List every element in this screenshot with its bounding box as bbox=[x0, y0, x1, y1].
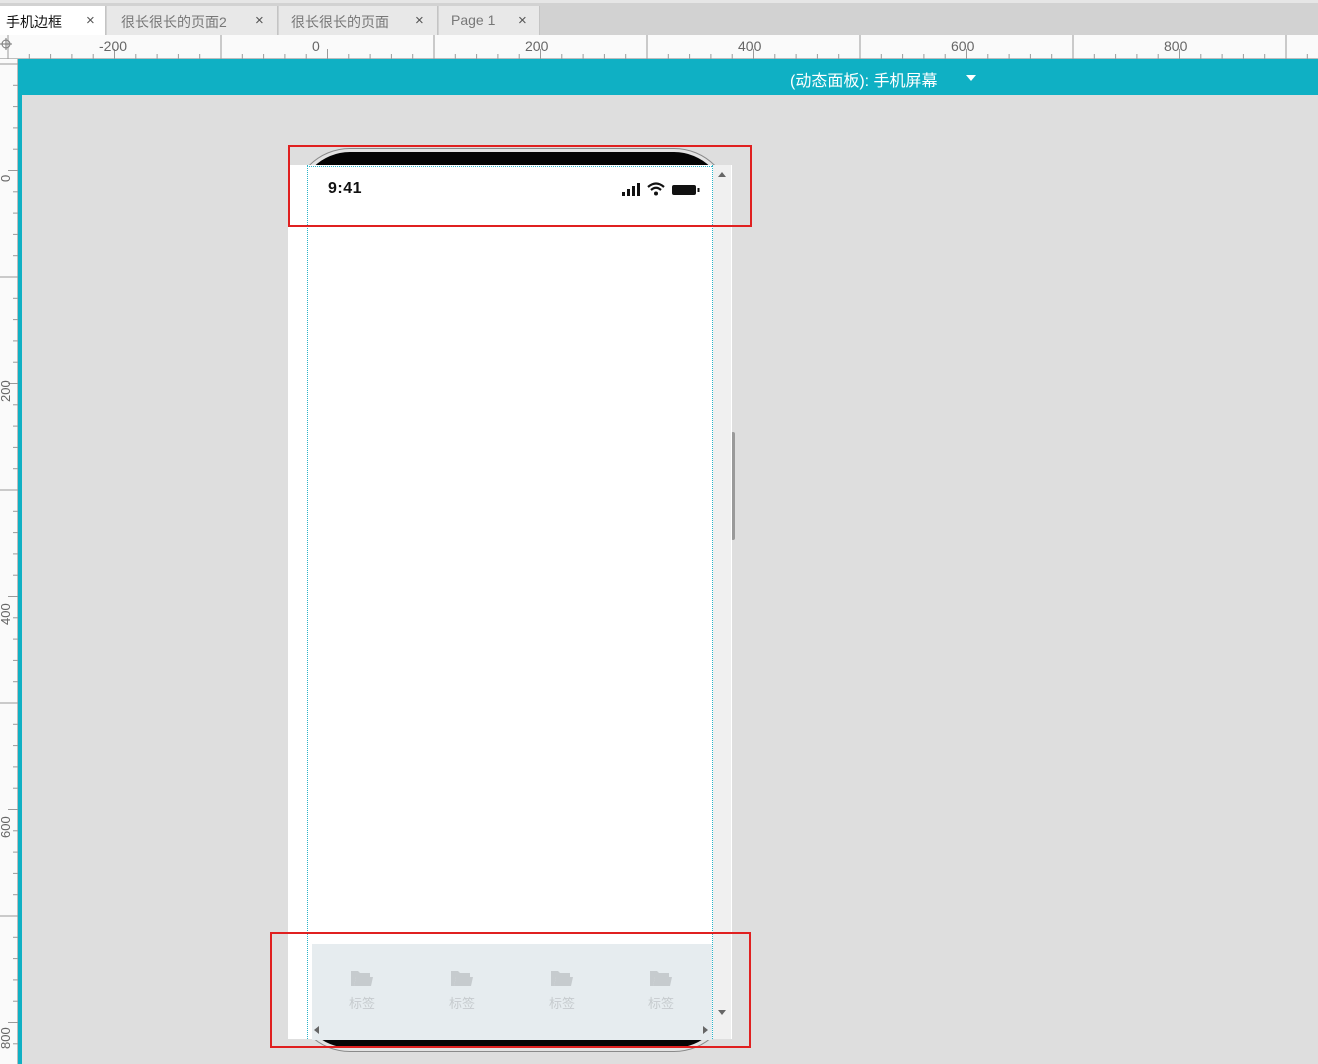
horizontal-ruler[interactable]: -200 0 200 400 600 800 bbox=[0, 35, 1318, 59]
highlight-box-tab-bar bbox=[270, 932, 751, 1048]
tab-long-page-2[interactable]: 很长很长的页面2 × bbox=[107, 6, 278, 38]
ruler-label: 400 bbox=[738, 38, 762, 54]
close-icon[interactable]: × bbox=[415, 12, 424, 29]
close-icon[interactable]: × bbox=[86, 12, 95, 29]
tab-label: Page 1 bbox=[451, 12, 496, 28]
tab-page-1[interactable]: Page 1 × bbox=[439, 6, 540, 38]
document-tab-bar: 手机边框 × 很长很长的页面2 × 很长很长的页面 × Page 1 × bbox=[0, 0, 1318, 38]
highlight-box-status-bar bbox=[288, 145, 752, 227]
vertical-ruler[interactable]: 0 200 400 600 800 bbox=[0, 59, 18, 1064]
dynamic-panel-label[interactable]: (动态面板): 手机屏幕 bbox=[790, 67, 938, 91]
ruler-label: 600 bbox=[0, 816, 13, 838]
ruler-label: 800 bbox=[0, 1027, 13, 1049]
tab-label: 手机边框 bbox=[6, 14, 62, 30]
selection-guide-left bbox=[307, 165, 308, 1039]
ruler-label: 0 bbox=[0, 175, 13, 182]
tab-phone-frame[interactable]: 手机边框 × bbox=[0, 6, 106, 38]
ruler-label: -200 bbox=[99, 38, 127, 54]
horizontal-ruler-ticks: -200 0 200 400 600 800 bbox=[7, 35, 1308, 59]
caret-down-icon[interactable] bbox=[966, 75, 976, 81]
ruler-label: 400 bbox=[0, 603, 13, 625]
vertical-ruler-ticks: 0 200 400 600 800 bbox=[0, 63, 18, 1049]
ruler-label: 600 bbox=[951, 38, 975, 54]
selection-guide-right bbox=[712, 165, 713, 1039]
tab-label: 很长很长的页面2 bbox=[121, 14, 227, 30]
close-icon[interactable]: × bbox=[255, 12, 264, 29]
phone-screen-content[interactable] bbox=[306, 165, 716, 1039]
dynamic-panel-bar: (动态面板): 手机屏幕 bbox=[22, 59, 1318, 95]
ruler-label: 200 bbox=[0, 380, 13, 402]
ruler-label: 200 bbox=[525, 38, 549, 54]
crosshair-icon[interactable] bbox=[0, 38, 12, 50]
close-icon[interactable]: × bbox=[518, 12, 527, 29]
vertical-scrollbar[interactable] bbox=[713, 165, 731, 1039]
ruler-label: 0 bbox=[312, 38, 320, 54]
ruler-label: 800 bbox=[1164, 38, 1188, 54]
tab-label: 很长很长的页面 bbox=[291, 14, 389, 30]
tab-long-page[interactable]: 很长很长的页面 × bbox=[279, 6, 438, 38]
